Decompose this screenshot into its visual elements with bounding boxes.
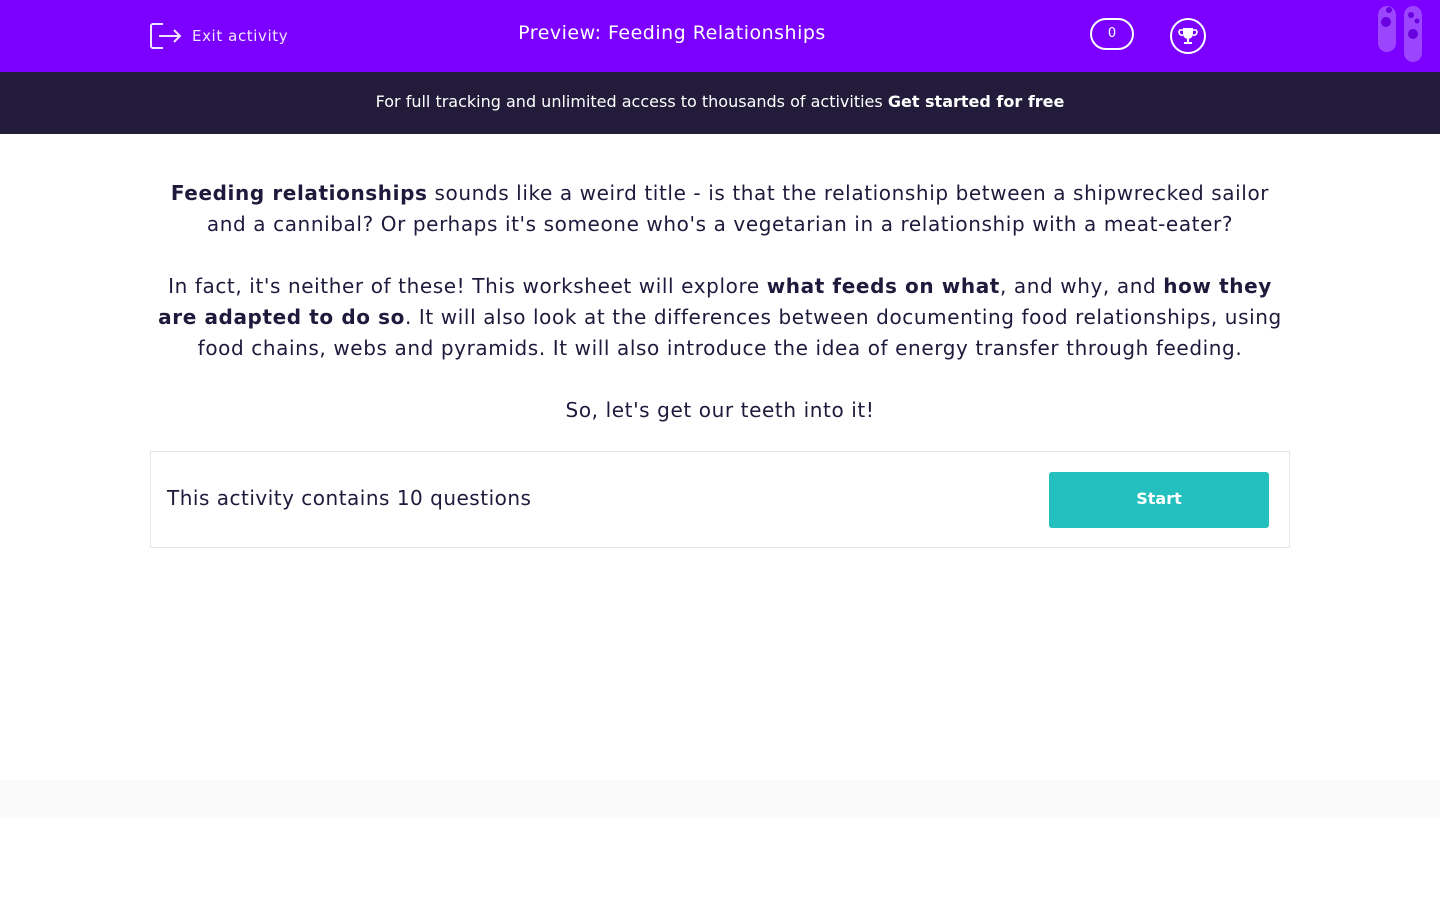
- activity-intro: Feeding relationships sounds like a weir…: [150, 178, 1290, 457]
- start-button[interactable]: Start: [1049, 472, 1269, 528]
- intro-paragraph-2: In fact, it's neither of these! This wor…: [150, 271, 1290, 364]
- intro-paragraph-1: Feeding relationships sounds like a weir…: [150, 178, 1290, 240]
- footer-strip: [0, 780, 1440, 818]
- trophy-icon: [1178, 28, 1198, 44]
- activity-card: This activity contains 10 questions Star…: [150, 451, 1290, 548]
- intro-bold-feeding-relationships: Feeding relationships: [170, 181, 428, 205]
- intro-paragraph-3: So, let's get our teeth into it!: [565, 398, 875, 422]
- intro-p2-a: In fact, it's neither of these! This wor…: [168, 274, 767, 298]
- intro-p2-c: , and why, and: [999, 274, 1164, 298]
- score-counter: 0: [1090, 18, 1134, 50]
- get-started-link[interactable]: Get started for free: [888, 92, 1065, 111]
- top-header: Exit activity Preview: Feeding Relations…: [0, 0, 1440, 72]
- page-title: Preview: Feeding Relationships: [518, 22, 826, 44]
- intro-bold-what-feeds: what feeds on what: [766, 274, 1000, 298]
- question-count-text: This activity contains 10 questions: [167, 486, 532, 510]
- signup-banner: For full tracking and unlimited access t…: [0, 72, 1440, 134]
- trophy-button[interactable]: [1170, 18, 1206, 54]
- test-tubes-icon: [1378, 6, 1422, 62]
- banner-text: For full tracking and unlimited access t…: [375, 92, 888, 111]
